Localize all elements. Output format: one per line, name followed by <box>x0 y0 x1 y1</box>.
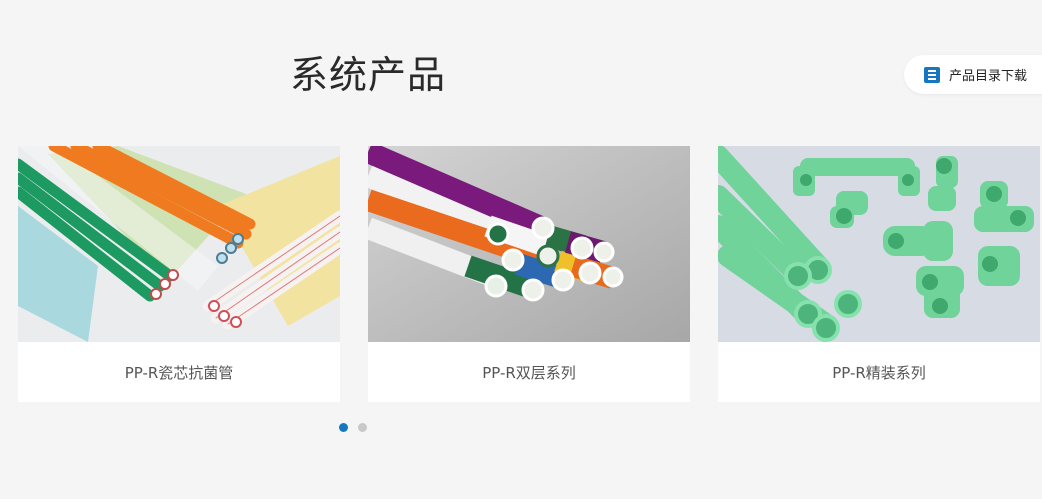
green-fittings-photo <box>718 146 1040 342</box>
products-section: 系统产品 产品目录下载 PP-R瓷芯抗菌管 PP-R双层系列 PP-R精装系列 <box>0 0 1042 499</box>
product-card[interactable]: PP-R双层系列 <box>368 146 690 402</box>
catalog-download-button[interactable]: 产品目录下载 <box>904 55 1042 94</box>
product-card[interactable]: PP-R精装系列 <box>718 146 1040 402</box>
product-name: PP-R精装系列 <box>832 363 926 382</box>
pagination-dot-2[interactable] <box>358 423 367 432</box>
pagination-dot-1[interactable] <box>339 423 348 432</box>
catalog-download-label: 产品目录下载 <box>949 69 1028 84</box>
carousel-pagination <box>339 423 367 432</box>
product-name: PP-R瓷芯抗菌管 <box>124 363 234 382</box>
product-card[interactable]: PP-R瓷芯抗菌管 <box>18 146 340 402</box>
colored-pipes-photo <box>18 146 340 342</box>
document-list-icon <box>924 66 940 83</box>
double-layer-pipes-photo <box>368 146 690 342</box>
product-name: PP-R双层系列 <box>482 363 576 382</box>
section-title: 系统产品 <box>290 53 447 97</box>
